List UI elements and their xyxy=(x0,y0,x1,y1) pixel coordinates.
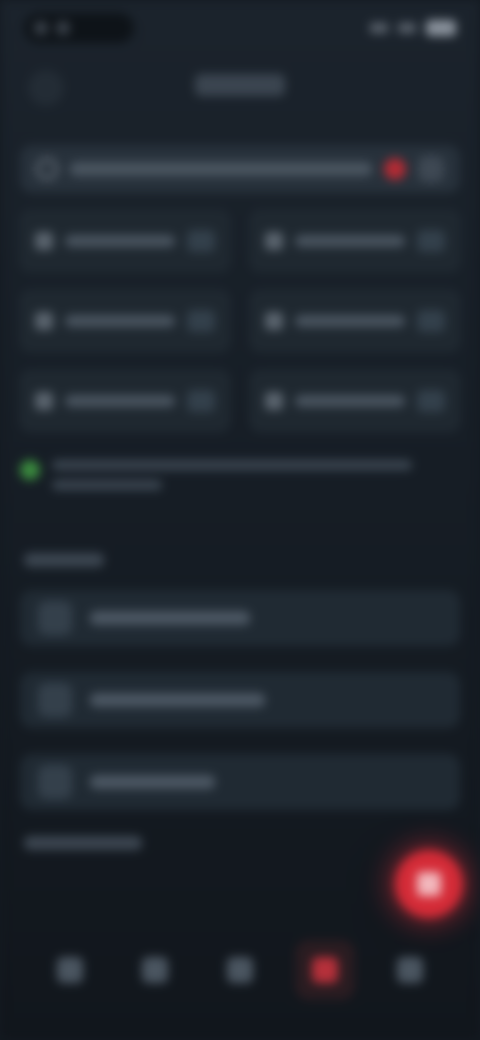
signal-icon xyxy=(370,23,388,33)
list-item-label xyxy=(90,611,250,625)
nav-item-record[interactable] xyxy=(295,940,355,1000)
section-heading xyxy=(24,553,104,567)
list-item-label xyxy=(90,693,265,707)
app-screen xyxy=(0,0,480,1040)
list-item[interactable] xyxy=(20,590,460,646)
search-input[interactable] xyxy=(70,162,372,176)
nav-item-home[interactable] xyxy=(40,940,100,1000)
tile-label xyxy=(295,315,405,327)
tile-chip xyxy=(187,230,215,252)
document-icon xyxy=(38,765,72,799)
back-button[interactable] xyxy=(28,70,64,106)
top-header xyxy=(0,50,480,120)
wifi-icon xyxy=(398,23,416,33)
tile-label xyxy=(65,395,175,407)
bottom-navigation xyxy=(40,935,440,1005)
tile-label xyxy=(295,235,405,247)
tile-chip xyxy=(417,390,445,412)
section-heading xyxy=(24,836,142,850)
app-icon xyxy=(56,21,70,35)
status-pill xyxy=(24,13,134,43)
nav-item-profile[interactable] xyxy=(380,940,440,1000)
grid-tile[interactable] xyxy=(250,210,460,272)
tile-chip xyxy=(417,310,445,332)
record-icon xyxy=(312,957,338,983)
status-bar xyxy=(24,8,456,48)
tile-icon xyxy=(35,232,53,250)
plus-icon xyxy=(417,872,441,896)
page-title xyxy=(195,74,285,96)
nav-item-list[interactable] xyxy=(210,940,270,1000)
tile-chip xyxy=(187,310,215,332)
tile-label xyxy=(65,235,175,247)
tile-chip xyxy=(417,230,445,252)
check-circle-icon xyxy=(20,460,40,480)
tile-icon xyxy=(265,312,283,330)
tile-icon xyxy=(35,392,53,410)
grid-tile[interactable] xyxy=(20,210,230,272)
battery-icon xyxy=(426,20,456,36)
status-right xyxy=(370,20,456,36)
profile-icon xyxy=(397,957,423,983)
grid-tile[interactable] xyxy=(250,290,460,352)
list-item-label xyxy=(90,775,215,789)
list-item[interactable] xyxy=(20,754,460,810)
item-list xyxy=(20,590,460,810)
search-bar[interactable] xyxy=(20,145,460,193)
tile-label xyxy=(65,315,175,327)
grid-tile[interactable] xyxy=(250,370,460,432)
tile-label xyxy=(295,395,405,407)
grid-icon xyxy=(142,957,168,983)
tile-icon xyxy=(35,312,53,330)
tile-icon xyxy=(265,232,283,250)
tile-chip xyxy=(187,390,215,412)
tile-icon xyxy=(265,392,283,410)
document-icon xyxy=(38,601,72,635)
home-icon xyxy=(57,957,83,983)
list-icon xyxy=(227,957,253,983)
notification-icon xyxy=(34,21,48,35)
record-indicator-icon[interactable] xyxy=(384,158,406,180)
filter-icon[interactable] xyxy=(418,156,444,182)
list-item[interactable] xyxy=(20,672,460,728)
grid-tile[interactable] xyxy=(20,290,230,352)
document-icon xyxy=(38,683,72,717)
add-button[interactable] xyxy=(395,850,463,918)
nav-item-grid[interactable] xyxy=(125,940,185,1000)
grid-tile[interactable] xyxy=(20,370,230,432)
info-notice xyxy=(20,460,460,502)
search-icon xyxy=(36,158,58,180)
shortcut-grid xyxy=(20,210,460,432)
notice-text xyxy=(52,460,460,490)
